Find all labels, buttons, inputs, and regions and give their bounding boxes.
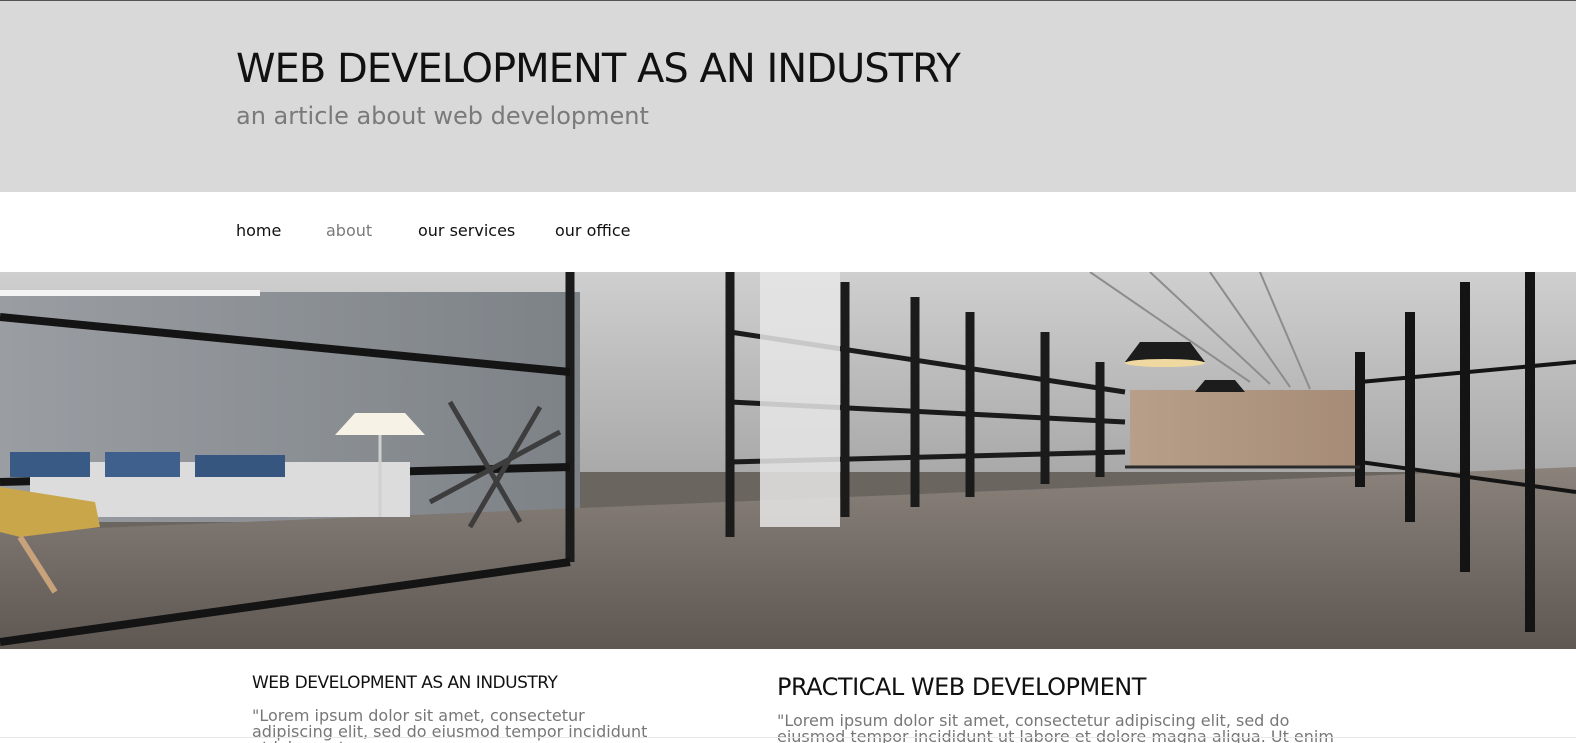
content-section: WEB DEVELOPMENT AS AN INDUSTRY "Lorem ip…: [0, 649, 1576, 743]
nav-item-home[interactable]: home: [236, 221, 281, 240]
site-subtitle: an article about web development: [236, 102, 649, 130]
site-header: WEB DEVELOPMENT AS AN INDUSTRY an articl…: [0, 1, 1576, 192]
main-nav: home about our services our office: [0, 192, 1576, 272]
office-interior-photo: [0, 272, 1576, 649]
site-title: WEB DEVELOPMENT AS AN INDUSTRY: [236, 46, 961, 92]
nav-item-our-services[interactable]: our services: [418, 221, 515, 240]
left-column-title: WEB DEVELOPMENT AS AN INDUSTRY: [252, 673, 558, 693]
right-column-text: "Lorem ipsum dolor sit amet, consectetur…: [777, 711, 1334, 743]
hero-image: [0, 272, 1576, 649]
right-column-title: PRACTICAL WEB DEVELOPMENT: [777, 673, 1146, 701]
nav-item-about[interactable]: about: [326, 221, 372, 240]
nav-item-our-office[interactable]: our office: [555, 221, 631, 240]
page: WEB DEVELOPMENT AS AN INDUSTRY an articl…: [0, 0, 1576, 743]
bottom-divider: [0, 737, 1576, 738]
